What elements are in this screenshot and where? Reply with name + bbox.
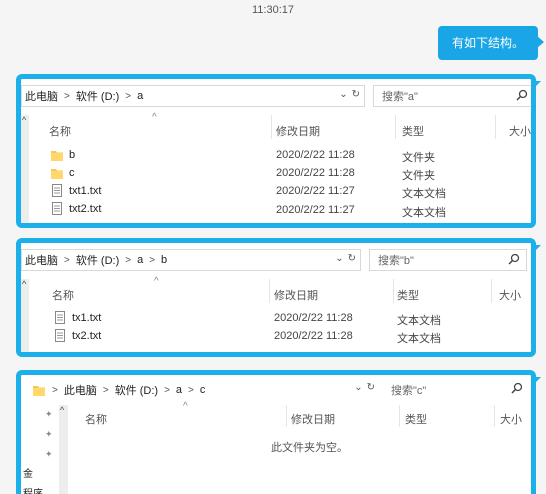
scroll-up-icon[interactable]: ^ (22, 115, 26, 125)
nav-pane-item[interactable]: 金 (23, 465, 33, 480)
chevron-down-icon[interactable]: ⌄ (354, 382, 362, 393)
explorer-window-b: 此电脑 > 软件 (D:) > a > b ⌄ ↻ 搜索"b" ^ ^ 名称 修… (16, 238, 536, 357)
folder-icon (51, 168, 63, 179)
nav-pane-item[interactable]: 程序 (23, 485, 43, 494)
file-row[interactable]: b (51, 149, 75, 161)
file-row[interactable]: txt2.txt (52, 202, 101, 215)
explorer-window-c: > 此电脑 > 软件 (D:) > a > c ⌄ ↻ 搜索"c" ^ ✦ ✦ … (16, 370, 536, 494)
file-row[interactable]: c (51, 167, 75, 179)
chat-message-bubble: 有如下结构。 (437, 26, 545, 60)
refresh-icon[interactable]: ↻ (352, 89, 360, 100)
column-header-size[interactable]: 大小 (499, 287, 521, 303)
chevron-right-icon: > (102, 384, 109, 396)
text-file-icon (55, 329, 65, 342)
folder-icon (51, 150, 63, 161)
breadcrumb[interactable]: > 此电脑 > 软件 (D:) > a > c ⌄ ↻ (49, 379, 379, 401)
scrollbar[interactable] (21, 115, 29, 223)
breadcrumb-drive[interactable]: 软件 (D:) (76, 252, 119, 268)
address-bar: > 此电脑 > 软件 (D:) > a > c ⌄ ↻ 搜索"c" (21, 375, 531, 403)
column-header-type[interactable]: 类型 (405, 411, 427, 427)
breadcrumb[interactable]: 此电脑 > 软件 (D:) > a > b ⌄ ↻ (21, 249, 361, 271)
column-header-type[interactable]: 类型 (397, 287, 419, 303)
search-icon (508, 253, 520, 265)
chevron-down-icon[interactable]: ⌄ (339, 89, 347, 100)
column-header-date[interactable]: 修改日期 (276, 123, 320, 139)
scrollbar[interactable] (21, 279, 29, 352)
file-row[interactable]: tx1.txt (55, 311, 101, 324)
chevron-right-icon: > (125, 254, 132, 266)
chat-time: 11:30:17 (251, 4, 294, 16)
breadcrumb-this-pc[interactable]: 此电脑 (25, 252, 58, 268)
breadcrumb-folder[interactable]: c (200, 384, 206, 396)
chevron-right-icon: > (64, 254, 70, 266)
chevron-right-icon: > (125, 90, 132, 102)
chevron-right-icon: > (52, 384, 58, 396)
column-header-date[interactable]: 修改日期 (291, 411, 335, 427)
sort-arrow-icon: ^ (183, 401, 188, 412)
chevron-down-icon[interactable]: ⌄ (335, 253, 343, 264)
text-file-icon (52, 184, 62, 197)
explorer-window-a: 此电脑 > 软件 (D:) > a ⌄ ↻ 搜索"a" ^ ^ 名称 修改日期 … (16, 74, 536, 228)
breadcrumb-folder[interactable]: a (137, 254, 143, 266)
file-row[interactable]: txt1.txt (52, 184, 101, 197)
breadcrumb-drive[interactable]: 软件 (D:) (115, 382, 158, 398)
address-bar: 此电脑 > 软件 (D:) > a ⌄ ↻ 搜索"a" (21, 79, 531, 107)
column-header-type[interactable]: 类型 (402, 123, 424, 139)
search-input[interactable]: 搜索"b" (369, 249, 527, 271)
column-header-size[interactable]: 大小 (500, 411, 522, 427)
sort-arrow-icon: ^ (154, 276, 159, 287)
search-icon (516, 89, 528, 101)
scrollbar[interactable] (59, 405, 68, 494)
breadcrumb-folder[interactable]: a (137, 90, 143, 102)
text-file-icon (55, 311, 65, 324)
scroll-up-icon[interactable]: ^ (60, 405, 64, 415)
search-icon (511, 382, 523, 394)
chevron-right-icon: > (149, 254, 156, 266)
breadcrumb[interactable]: 此电脑 > 软件 (D:) > a ⌄ ↻ (21, 85, 365, 107)
breadcrumb-folder[interactable]: b (161, 254, 167, 266)
text-file-icon (52, 202, 62, 215)
breadcrumb-drive[interactable]: 软件 (D:) (76, 88, 119, 104)
chevron-right-icon: > (164, 384, 170, 396)
breadcrumb-this-pc[interactable]: 此电脑 (25, 88, 58, 104)
column-header-name[interactable]: 名称 (49, 123, 71, 139)
refresh-icon[interactable]: ↻ (367, 382, 375, 393)
breadcrumb-folder[interactable]: a (176, 384, 182, 396)
address-bar: 此电脑 > 软件 (D:) > a > b ⌄ ↻ 搜索"b" (21, 243, 531, 271)
pin-icon: ✦ (45, 429, 53, 439)
column-header-size[interactable]: 大小 (509, 123, 531, 139)
breadcrumb-this-pc[interactable]: 此电脑 (64, 382, 97, 398)
scroll-up-icon[interactable]: ^ (22, 279, 26, 289)
refresh-icon[interactable]: ↻ (348, 253, 356, 264)
chevron-right-icon: > (188, 384, 194, 396)
folder-icon (33, 386, 45, 396)
pin-icon: ✦ (45, 449, 53, 459)
column-header-name[interactable]: 名称 (85, 411, 107, 427)
search-input[interactable]: 搜索"a" (373, 85, 531, 107)
chevron-right-icon: > (64, 90, 70, 102)
empty-folder-message: 此文件夹为空。 (271, 442, 348, 454)
pin-icon: ✦ (45, 409, 53, 419)
search-input[interactable]: 搜索"c" (383, 379, 529, 401)
column-header-date[interactable]: 修改日期 (274, 287, 318, 303)
file-row[interactable]: tx2.txt (55, 329, 101, 342)
column-header-name[interactable]: 名称 (52, 287, 74, 303)
sort-arrow-icon: ^ (152, 112, 157, 123)
